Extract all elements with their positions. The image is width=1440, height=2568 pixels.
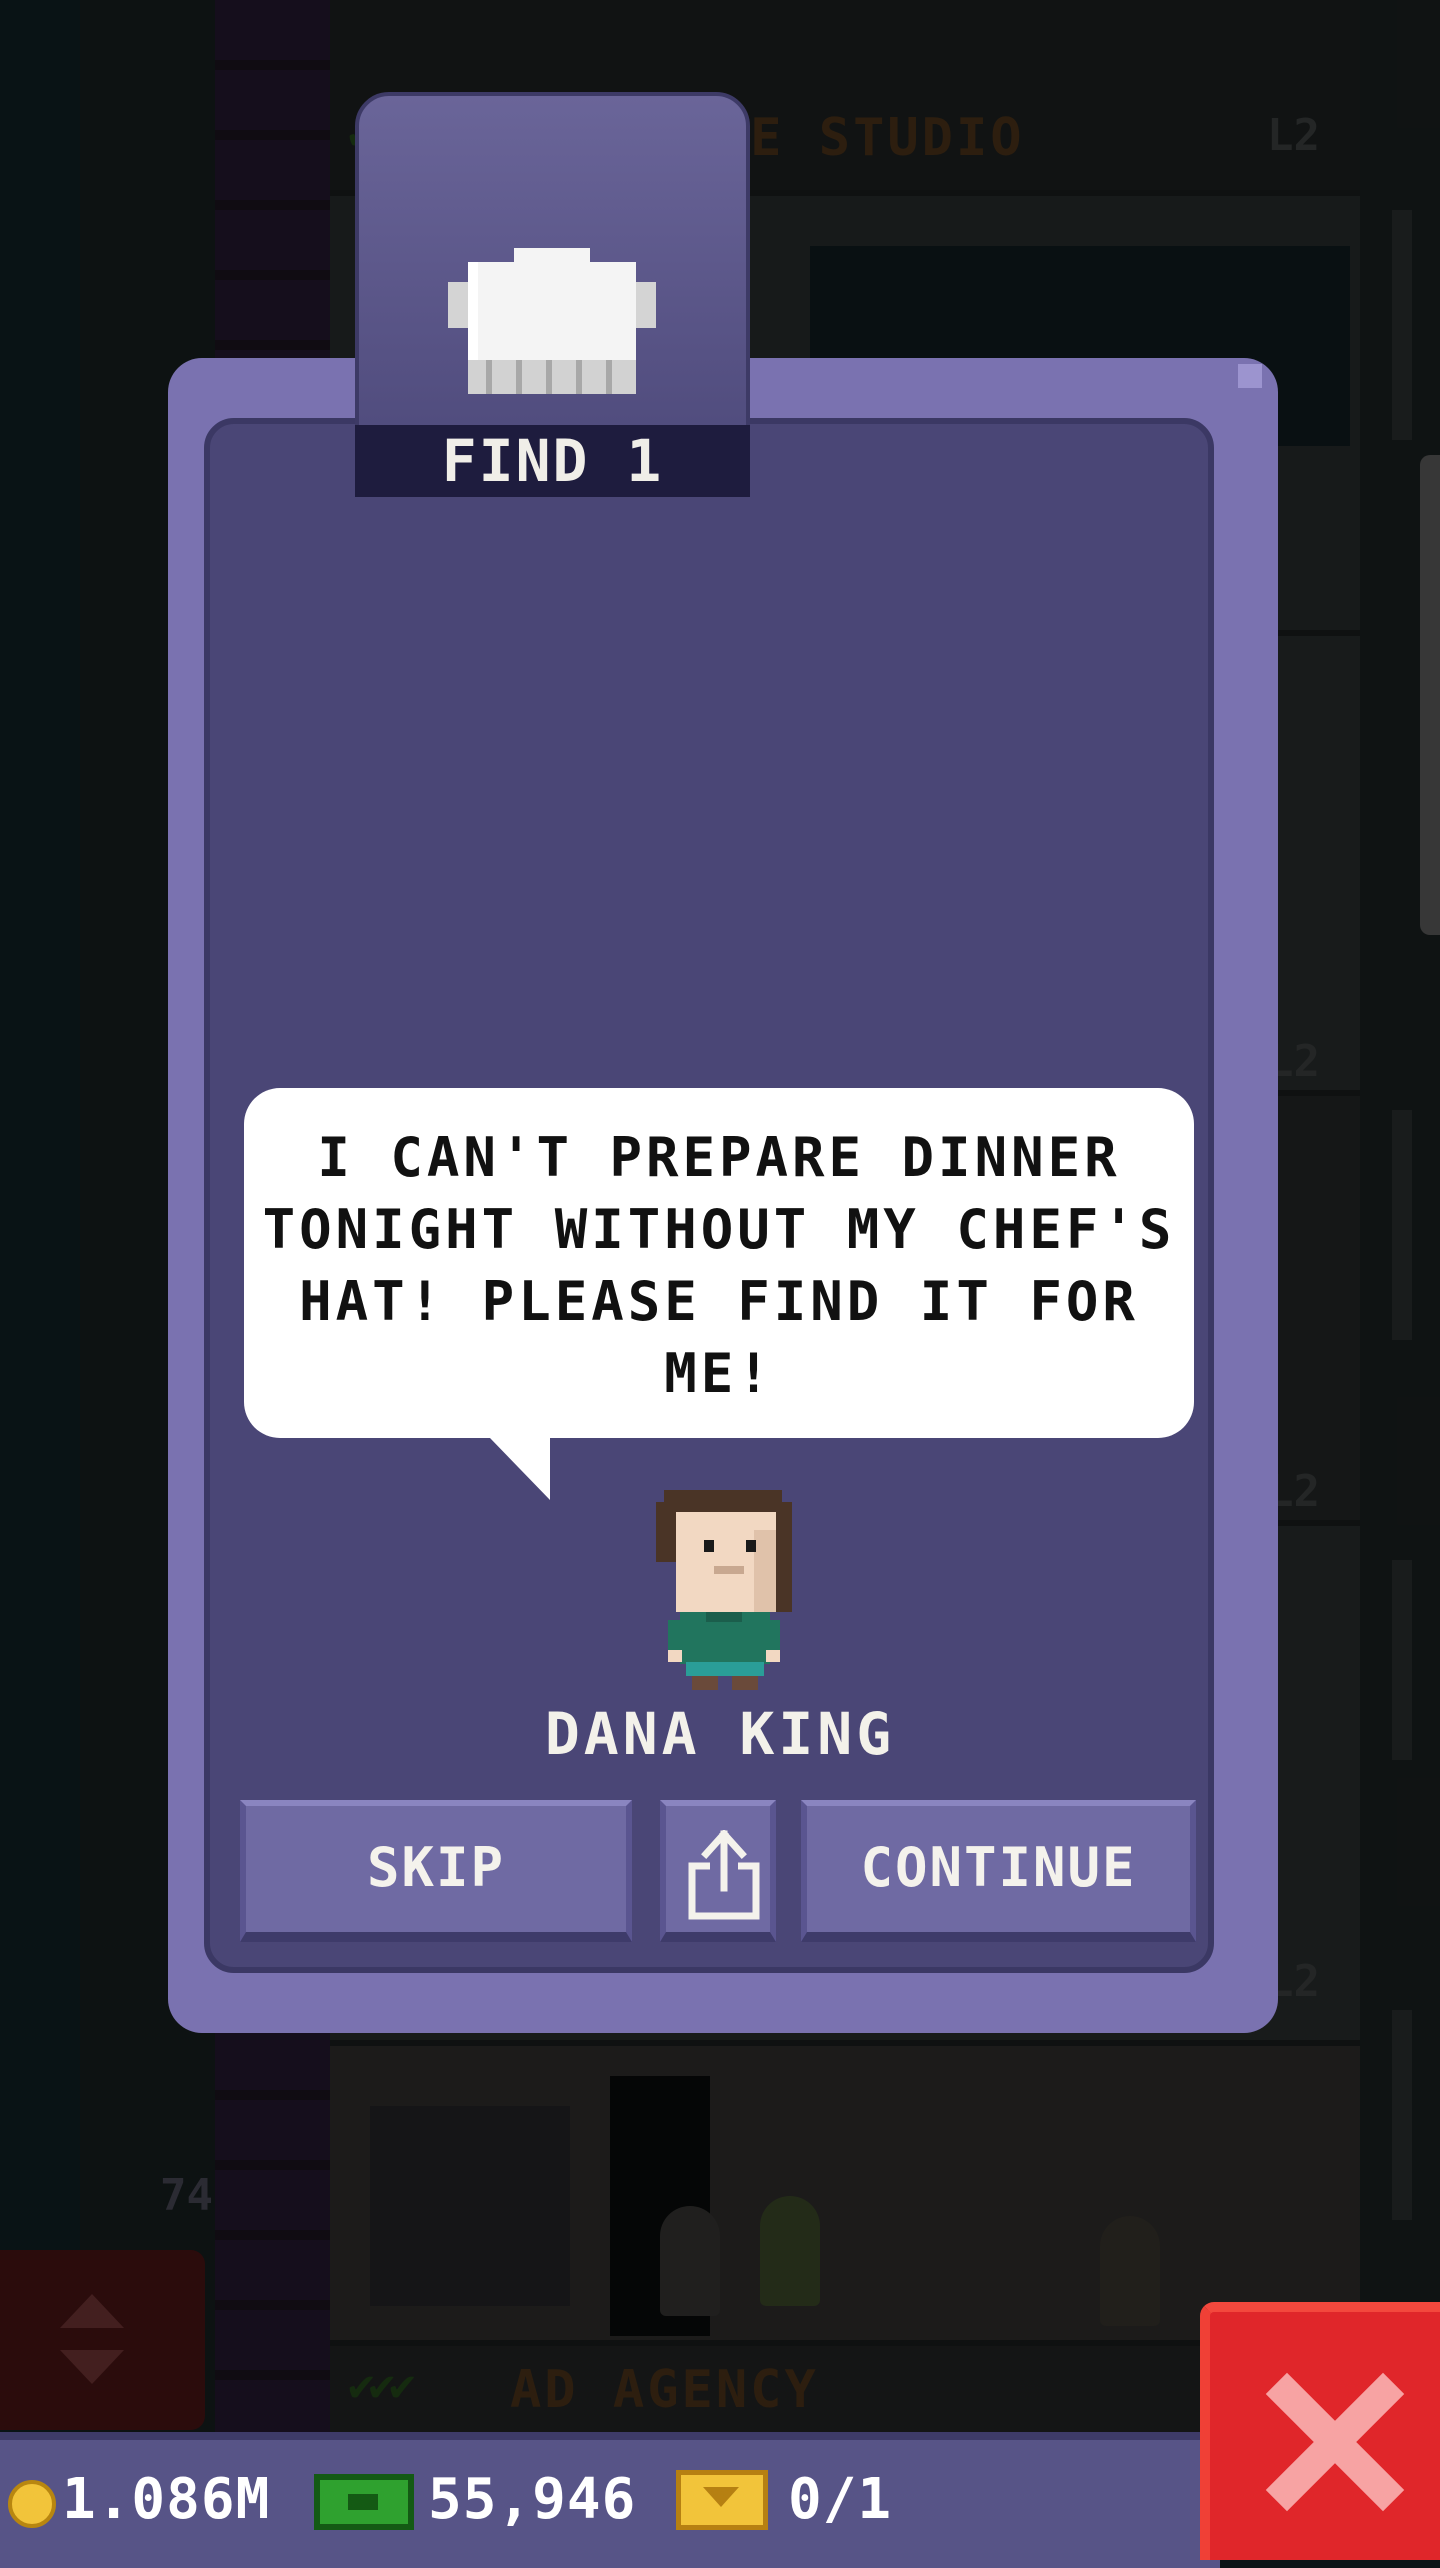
tower-bux-icon (314, 2474, 414, 2530)
currency-bar: 1.086M 55,946 0/1 (0, 2432, 1220, 2568)
speech-text: I CAN'T PREPARE DINNER TONIGHT WITHOUT M… (262, 1126, 1176, 1405)
close-icon (1265, 2372, 1405, 2512)
character-avatar (656, 1490, 792, 1690)
chef-hat-icon (448, 248, 656, 394)
coin-icon (8, 2480, 56, 2528)
skip-button[interactable]: SKIP (240, 1800, 632, 1942)
speech-bubble: I CAN'T PREPARE DINNER TONIGHT WITHOUT M… (244, 1088, 1194, 1438)
coin-count: 1.086M (62, 2467, 271, 2532)
share-button[interactable] (660, 1800, 776, 1942)
speech-bubble-tail (490, 1438, 550, 1500)
close-button[interactable] (1200, 2302, 1440, 2560)
share-icon (688, 1830, 760, 1920)
character-name: DANA KING (544, 1700, 896, 1768)
bux-count: 55,946 (428, 2467, 637, 2532)
golden-ticket-icon (676, 2470, 768, 2530)
ticket-count: 0/1 (788, 2467, 893, 2532)
item-find-label: FIND 1 (355, 425, 750, 497)
continue-button[interactable]: CONTINUE (801, 1800, 1196, 1942)
